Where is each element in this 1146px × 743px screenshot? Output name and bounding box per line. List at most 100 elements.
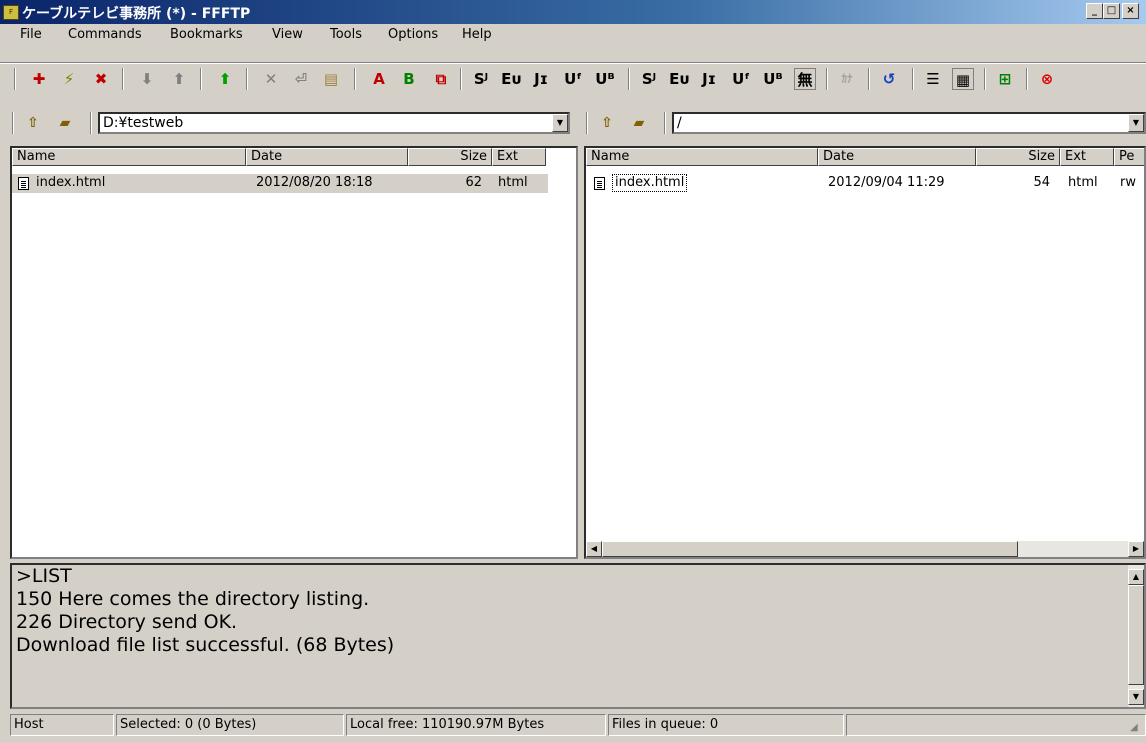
list-view-icon[interactable]: ☰ [922,68,944,90]
local-jis-icon[interactable]: Jɪ [698,68,720,90]
local-path-combo[interactable]: D:¥testweb ▼ [98,112,570,134]
open-folder-icon[interactable]: ▰ [54,112,76,134]
scroll-down-icon[interactable]: ▼ [1128,689,1144,705]
host-euc-icon[interactable]: Eᴜ [500,68,522,90]
download-icon[interactable]: ⬇ [136,68,158,90]
local-euc-icon[interactable]: Eᴜ [668,68,690,90]
menu-view[interactable]: View [272,27,303,42]
scroll-thumb[interactable] [1128,585,1144,685]
toolbar-separator [628,68,630,90]
scroll-left-icon[interactable]: ◀ [586,541,602,557]
log-line: 150 Here comes the directory listing. [16,588,370,610]
host-utf8bom-icon[interactable]: Uᴮ [594,68,616,90]
status-extra [846,714,1146,736]
column-header-size[interactable]: Size [976,148,1060,166]
auto-mode-icon[interactable]: ⧉ [430,68,452,90]
host-sjis-icon[interactable]: Sᴶ [470,68,492,90]
local-utf8-icon[interactable]: Uᶠ [730,68,752,90]
menu-tools[interactable]: Tools [330,27,362,42]
file-size: 54 [1033,175,1050,190]
maximize-button[interactable]: □ [1103,3,1120,19]
binary-mode-icon[interactable]: B [398,68,420,90]
disconnect-icon[interactable]: ✖ [90,68,112,90]
column-header-date[interactable]: Date [246,148,408,166]
menu-bar: File Commands Bookmarks View Tools Optio… [0,24,1146,46]
parent-folder-icon[interactable]: ⇧ [22,112,44,134]
delete-icon[interactable]: ✕ [260,68,282,90]
column-header-name[interactable]: Name [586,148,818,166]
log-panel[interactable]: >LIST 150 Here comes the directory listi… [10,563,1146,709]
ffftp-app-icon[interactable]: F [3,5,19,20]
local-file-list[interactable]: Name Date Size Ext index.html 2012/08/20… [10,146,578,559]
chevron-down-icon[interactable]: ▼ [552,114,568,132]
table-row[interactable]: index.html 2012/09/04 11:29 54 html rw [586,174,1144,193]
horizontal-scrollbar[interactable]: ◀ ▶ [586,541,1144,557]
column-header-permission[interactable]: Pe [1114,148,1144,166]
open-folder-icon[interactable]: ▰ [628,112,650,134]
local-utf8bom-icon[interactable]: Uᴮ [762,68,784,90]
toolbar-separator [200,68,202,90]
table-row[interactable]: index.html 2012/08/20 18:18 62 html [12,174,548,193]
log-line: 226 Directory send OK. [16,611,238,633]
kana-conversion-icon[interactable]: ｶﾅ [836,68,858,90]
mirror-upload-icon[interactable]: ⬆ [214,68,236,90]
scroll-up-icon[interactable]: ▲ [1128,569,1144,585]
scroll-right-icon[interactable]: ▶ [1128,541,1144,557]
status-local-free: Local free: 110190.97M Bytes [346,714,606,736]
rename-icon[interactable]: ⏎ [290,68,312,90]
window-title: ケーブルテレビ事務所 (*) - FFFTP [22,6,251,22]
remote-file-list[interactable]: Name Date Size Ext Pe index.html 2012/09… [584,146,1146,559]
column-header-ext[interactable]: Ext [492,148,546,166]
column-header-name[interactable]: Name [12,148,246,166]
local-path-text: D:¥testweb [103,115,184,131]
make-directory-icon[interactable]: ▤ [320,68,342,90]
status-queue: Files in queue: 0 [608,714,844,736]
column-header-date[interactable]: Date [818,148,976,166]
menu-commands[interactable]: Commands [68,27,142,42]
file-date: 2012/08/20 18:18 [256,175,373,190]
host-jis-icon[interactable]: Jɪ [530,68,552,90]
menu-divider-highlight [0,63,1146,64]
upload-icon[interactable]: ⬆ [168,68,190,90]
remote-path-combo[interactable]: / ▼ [672,112,1146,134]
menu-bookmarks[interactable]: Bookmarks [170,27,243,42]
file-ext: html [498,175,528,190]
title-bar[interactable]: F ケーブルテレビ事務所 (*) - FFFTP _ □ × [0,0,1146,24]
host-utf8-icon[interactable]: Uᶠ [562,68,584,90]
detail-view-icon[interactable]: ▦ [952,68,974,90]
toolbar-separator [90,112,92,134]
sync-folders-icon[interactable]: ⊞ [994,68,1016,90]
menu-options[interactable]: Options [388,27,438,42]
log-line: >LIST [16,565,72,587]
chevron-down-icon[interactable]: ▼ [1128,114,1144,132]
close-button[interactable]: × [1122,3,1139,19]
status-selected: Selected: 0 (0 Bytes) [116,714,344,736]
vertical-scrollbar[interactable]: ▲ ▼ [1128,565,1144,707]
stop-icon[interactable]: ⊗ [1036,68,1058,90]
toolbar-separator [246,68,248,90]
ascii-mode-icon[interactable]: A [368,68,390,90]
toolbar-separator [826,68,828,90]
column-header-size[interactable]: Size [408,148,492,166]
scroll-thumb[interactable] [602,541,1018,557]
toolbar-separator [912,68,914,90]
quick-connect-icon[interactable]: ⚡ [58,68,80,90]
parent-folder-icon[interactable]: ⇧ [596,112,618,134]
toolbar-separator [664,112,666,134]
file-size: 62 [465,175,482,190]
file-permission: rw [1120,175,1136,190]
file-name: index.html [36,175,106,190]
file-name: index.html [612,174,688,192]
toolbar-separator [1026,68,1028,90]
resize-grip-icon[interactable]: ◢ [1130,722,1142,734]
file-ext: html [1068,175,1098,190]
local-sjis-icon[interactable]: Sᴶ [638,68,660,90]
menu-file[interactable]: File [20,27,42,42]
column-header-ext[interactable]: Ext [1060,148,1114,166]
no-conversion-icon[interactable]: 無 [794,68,816,90]
menu-help[interactable]: Help [462,27,492,42]
toolbar-separator [354,68,356,90]
connect-icon[interactable]: ✚ [28,68,50,90]
minimize-button[interactable]: _ [1086,3,1103,19]
refresh-icon[interactable]: ↺ [878,68,900,90]
